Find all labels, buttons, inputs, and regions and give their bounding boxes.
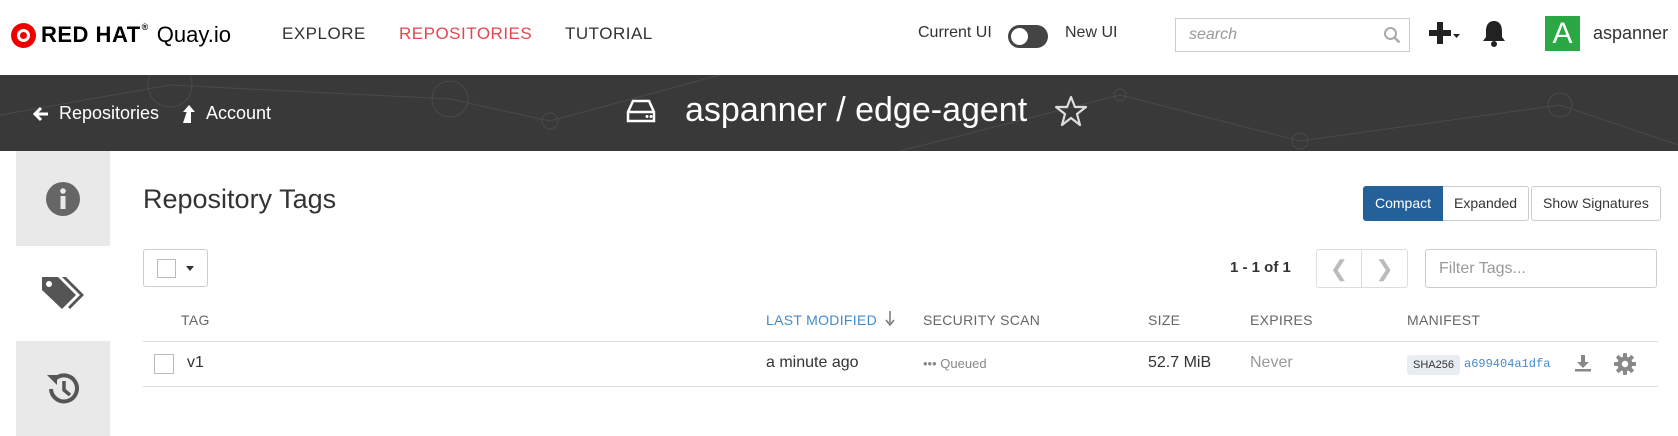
col-header-size[interactable]: SIZE: [1148, 312, 1180, 328]
download-icon[interactable]: [1574, 354, 1592, 372]
show-signatures-button[interactable]: Show Signatures: [1531, 186, 1661, 221]
brand-quay-text: Quay.io: [156, 22, 231, 47]
search-input[interactable]: [1176, 19, 1366, 51]
filter-tags-box: [1425, 249, 1657, 288]
select-all-checkbox[interactable]: [157, 259, 176, 278]
level-up-icon: [183, 104, 195, 123]
back-repositories-label: Repositories: [59, 103, 160, 123]
compact-view-button[interactable]: Compact: [1363, 186, 1444, 221]
pagination-controls: ❮ ❯: [1316, 249, 1408, 288]
expires-value[interactable]: Never: [1250, 354, 1293, 372]
toggle-knob: [1011, 28, 1028, 45]
nav-tutorial[interactable]: TUTORIAL: [565, 24, 653, 44]
info-icon: [46, 181, 80, 216]
brand-logo-link[interactable]: RED HAT® Quay.io: [11, 21, 231, 49]
pagination-count: 1 - 1 of 1: [1230, 259, 1291, 276]
back-to-repositories-link[interactable]: Repositories: [33, 103, 159, 124]
view-mode-group: Compact Expanded: [1363, 186, 1530, 221]
tab-history[interactable]: [16, 341, 110, 436]
repo-header-bar: Repositories Account aspanner / edge-age…: [0, 75, 1678, 151]
nav-repositories[interactable]: REPOSITORIES: [399, 24, 532, 44]
history-icon: [47, 372, 79, 403]
repository-title: aspanner / edge-agent: [685, 91, 1028, 129]
current-ui-label: Current UI: [918, 24, 992, 41]
search-box: [1175, 18, 1410, 52]
star-icon[interactable]: [1055, 95, 1087, 127]
account-link[interactable]: Account: [182, 103, 271, 124]
row-divider: [143, 386, 1658, 387]
col-header-expires[interactable]: EXPIRES: [1250, 312, 1313, 328]
size-value: 52.7 MiB: [1148, 354, 1212, 371]
last-modified-value: a minute ago: [766, 354, 859, 371]
manifest-digest-link[interactable]: a699404a1dfa: [1464, 357, 1550, 371]
account-label: Account: [206, 103, 272, 123]
col-header-tag[interactable]: TAG: [181, 312, 210, 328]
gear-icon[interactable]: [1614, 353, 1636, 375]
signatures-group: Show Signatures: [1531, 186, 1661, 221]
tags-icon: [42, 276, 84, 309]
security-scan-status[interactable]: ••• Queued: [923, 356, 987, 371]
nav-explore[interactable]: EXPLORE: [282, 24, 366, 44]
repo-sidebar: [16, 151, 110, 436]
ui-toggle-switch[interactable]: [1008, 25, 1048, 48]
hdd-repo-icon: [626, 99, 656, 123]
select-all-dropdown[interactable]: [143, 249, 208, 287]
user-menu-name[interactable]: aspanner: [1593, 23, 1678, 44]
notifications-bell-icon[interactable]: [1480, 18, 1508, 48]
brand-redhat-text: RED HAT®: [41, 22, 149, 47]
arrow-left-icon: [33, 106, 48, 121]
manifest-algo-badge: SHA256: [1407, 355, 1460, 375]
expanded-view-button[interactable]: Expanded: [1443, 186, 1530, 221]
header-divider: [143, 341, 1658, 342]
row-checkbox[interactable]: [154, 354, 174, 374]
tab-tags[interactable]: [16, 246, 110, 341]
search-icon[interactable]: [1383, 26, 1401, 44]
col-header-last-modified[interactable]: LAST MODIFIED: [766, 312, 877, 328]
caret-down-icon: [186, 266, 194, 271]
user-avatar[interactable]: A: [1545, 16, 1580, 51]
top-navbar: RED HAT® Quay.io EXPLORE REPOSITORIES TU…: [0, 0, 1678, 75]
tag-name[interactable]: v1: [187, 354, 204, 372]
sort-descending-icon[interactable]: [885, 310, 895, 326]
ellipsis-icon: •••: [923, 356, 937, 371]
tab-information[interactable]: [16, 151, 110, 246]
col-header-security-scan[interactable]: SECURITY SCAN: [923, 312, 1040, 328]
previous-page-button[interactable]: ❮: [1317, 250, 1363, 287]
filter-tags-input[interactable]: [1426, 250, 1656, 287]
next-page-button[interactable]: ❯: [1362, 250, 1407, 287]
page-title: Repository Tags: [143, 184, 337, 214]
new-ui-label: New UI: [1065, 24, 1118, 41]
col-header-manifest[interactable]: MANIFEST: [1407, 312, 1480, 328]
scan-status-label: Queued: [940, 356, 987, 371]
redhat-logo-icon: [11, 22, 36, 48]
create-new-dropdown-button[interactable]: [1427, 18, 1463, 50]
